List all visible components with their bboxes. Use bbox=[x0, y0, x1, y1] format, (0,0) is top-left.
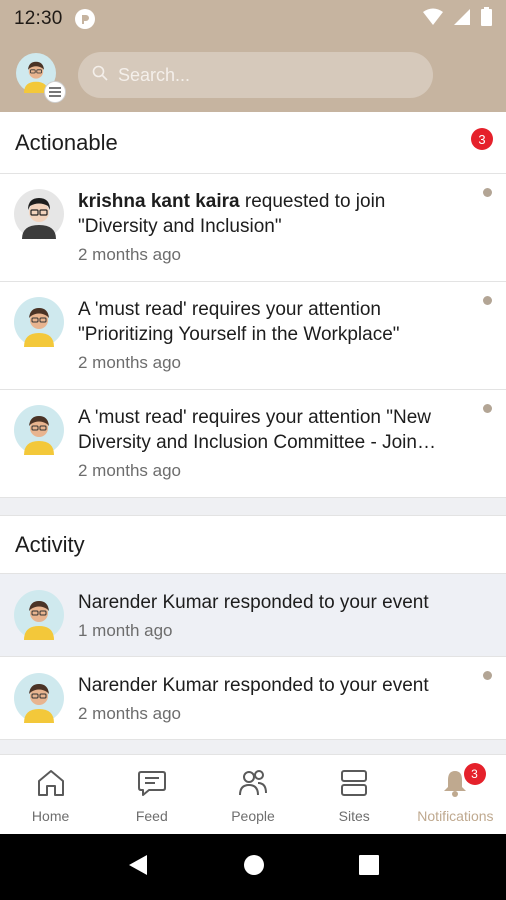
actionable-title: Actionable bbox=[15, 129, 118, 155]
battery-icon bbox=[481, 7, 492, 31]
wifi-icon bbox=[423, 8, 443, 31]
feed-icon bbox=[137, 769, 167, 802]
nav-people-label: People bbox=[231, 808, 275, 824]
notification-time: 2 months ago bbox=[78, 353, 182, 372]
notification-item[interactable]: Narender Kumar responded to your event 1… bbox=[0, 574, 506, 657]
unread-indicator bbox=[483, 188, 492, 197]
notification-actor: krishna kant kaira bbox=[78, 191, 240, 212]
section-divider bbox=[0, 498, 506, 516]
unread-indicator bbox=[483, 296, 492, 305]
back-icon[interactable] bbox=[127, 853, 149, 882]
notifications-badge: 3 bbox=[463, 763, 486, 785]
avatar bbox=[14, 405, 64, 455]
home-icon bbox=[36, 769, 66, 802]
notification-item[interactable]: A 'must read' requires your attention "P… bbox=[0, 282, 506, 390]
nav-home[interactable]: Home bbox=[0, 755, 101, 834]
activity-title: Activity bbox=[15, 531, 85, 557]
avatar bbox=[14, 297, 64, 347]
notification-item[interactable]: A 'must read' requires your attention "N… bbox=[0, 390, 506, 498]
notifications-list[interactable]: Actionable 3 krishna kant kaira requeste… bbox=[0, 112, 506, 754]
nav-people[interactable]: People bbox=[202, 755, 303, 834]
nav-feed-label: Feed bbox=[135, 808, 168, 824]
app-notification-icon bbox=[74, 9, 95, 29]
notification-time: 2 months ago bbox=[78, 461, 182, 480]
notification-text: A 'must read' requires your attention "P… bbox=[78, 299, 400, 345]
nav-notifications[interactable]: 3 Notifications bbox=[405, 755, 506, 834]
nav-sites-label: Sites bbox=[338, 808, 370, 824]
search-placeholder: Search... bbox=[118, 64, 191, 85]
avatar bbox=[14, 189, 64, 239]
notification-text: Narender Kumar responded to your event bbox=[78, 675, 429, 696]
sites-icon bbox=[339, 769, 369, 802]
system-nav-bar bbox=[0, 834, 506, 900]
notification-text-line2: Diversity and Inclusion Committee - Join… bbox=[78, 432, 436, 453]
status-bar: 12:30 bbox=[0, 0, 506, 38]
avatar bbox=[14, 673, 64, 723]
home-circle-icon[interactable] bbox=[243, 854, 265, 881]
notification-text: krishna kant kaira requested to join "Di… bbox=[78, 189, 466, 239]
notification-time: 2 months ago bbox=[78, 245, 182, 264]
actionable-header: Actionable 3 bbox=[0, 112, 506, 174]
notification-text-line1: A 'must read' requires your attention "N… bbox=[78, 407, 432, 428]
nav-sites[interactable]: Sites bbox=[304, 755, 405, 834]
recents-icon[interactable] bbox=[359, 854, 379, 880]
actionable-count-badge: 3 bbox=[471, 128, 493, 150]
search-icon bbox=[92, 65, 108, 86]
section-divider bbox=[0, 740, 506, 754]
signal-icon bbox=[453, 8, 471, 31]
search-input[interactable]: Search... bbox=[78, 52, 433, 98]
activity-header: Activity bbox=[0, 516, 506, 574]
top-bar: Search... bbox=[0, 38, 506, 112]
bottom-nav: Home Feed People Sites 3 Notifications bbox=[0, 754, 506, 834]
unread-indicator bbox=[483, 404, 492, 413]
notification-item[interactable]: krishna kant kaira requested to join "Di… bbox=[0, 174, 506, 282]
notification-time: 1 month ago bbox=[78, 621, 173, 640]
nav-feed[interactable]: Feed bbox=[101, 755, 202, 834]
profile-menu-button[interactable] bbox=[16, 53, 66, 103]
notification-text: Narender Kumar responded to your event bbox=[78, 592, 429, 613]
avatar bbox=[14, 590, 64, 640]
status-time: 12:30 bbox=[14, 8, 63, 29]
notification-item[interactable]: Narender Kumar responded to your event 2… bbox=[0, 657, 506, 740]
nav-notifications-label: Notifications bbox=[417, 808, 494, 824]
notification-time: 2 months ago bbox=[78, 704, 182, 723]
menu-icon bbox=[44, 81, 66, 103]
unread-indicator bbox=[483, 671, 492, 680]
people-icon bbox=[238, 769, 268, 802]
nav-home-label: Home bbox=[31, 808, 70, 824]
